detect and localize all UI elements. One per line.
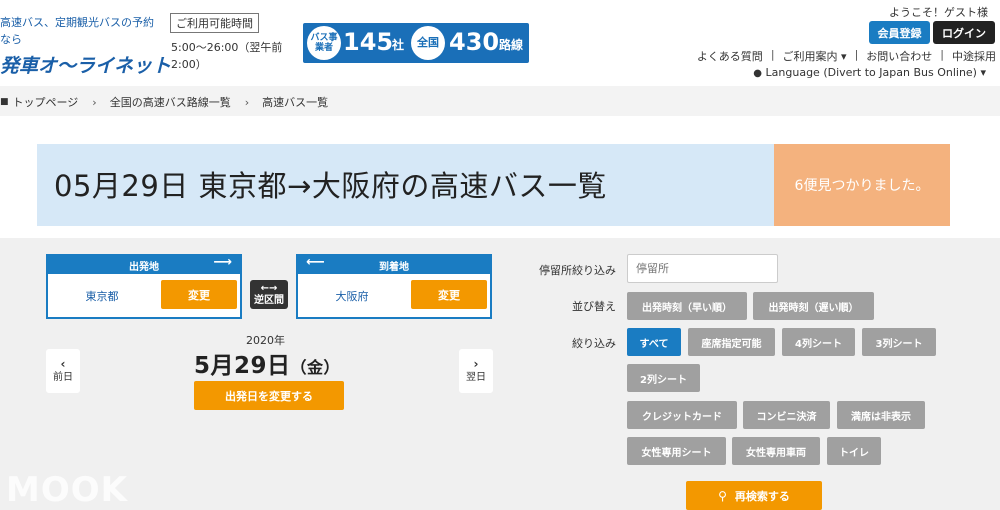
swap-route-button[interactable]: ←→ 逆区間 — [250, 280, 288, 309]
stop-filter-label: 停留所絞り込み — [539, 264, 616, 277]
prev-day-button[interactable]: ‹ 前日 — [46, 349, 80, 393]
arrival-place: 大阪府 — [335, 290, 369, 303]
nav-separator: | — [854, 48, 859, 61]
departure-label: 出発地 — [129, 261, 159, 273]
departure-card: 出発地 ⟶ 東京都 変更 — [46, 254, 242, 319]
arrow-left-icon: ⟵ — [306, 255, 325, 270]
departure-place: 東京都 — [85, 290, 119, 303]
routes-unit: 路線 — [499, 38, 524, 52]
page-title: 05月29日 東京都→大阪府の高速バス一覧 — [54, 169, 607, 203]
filter-convenience-store-button[interactable]: コンビニ決済 — [743, 401, 830, 429]
breadcrumb-routes[interactable]: 全国の高速バス路線一覧 — [110, 94, 231, 110]
narrow-label: 絞り込み — [572, 337, 616, 350]
filter-3row-button[interactable]: 3列シート — [862, 328, 936, 356]
filter-hide-full-button[interactable]: 満席は非表示 — [837, 401, 925, 429]
result-count: 6便見つかりました。 — [774, 144, 950, 226]
nav-guide[interactable]: ご利用案内 ▾ — [783, 48, 847, 64]
sort-earliest-button[interactable]: 出発時刻（早い順） — [627, 292, 747, 320]
swap-label: 逆区間 — [254, 294, 284, 306]
arrival-label: 到着地 — [379, 261, 409, 273]
nav-separator: | — [770, 48, 775, 61]
welcome-text: ようこそ！ゲスト様 — [889, 6, 988, 19]
home-icon: ■ — [0, 97, 9, 107]
operators-count: 145 — [343, 28, 394, 56]
search-icon: ⚲ — [718, 488, 727, 503]
watermark-logo: MOOK — [6, 470, 128, 510]
breadcrumb-top[interactable]: トップページ — [13, 94, 79, 110]
register-button[interactable]: 会員登録 — [869, 21, 930, 44]
research-label: 再検索する — [734, 489, 790, 503]
departure-header: 出発地 ⟶ — [48, 255, 240, 274]
hours-text: 5:00〜26:00（翌午前2:00） — [171, 41, 283, 71]
login-button[interactable]: ログイン — [933, 21, 995, 44]
research-button[interactable]: ⚲ 再検索する — [686, 481, 822, 510]
site-logo[interactable]: 発車オ〜ライネット — [0, 51, 171, 78]
breadcrumb-current: 高速バス一覧 — [262, 96, 329, 109]
filter-all-button[interactable]: すべて — [627, 328, 681, 356]
nav-contact[interactable]: お問い合わせ — [866, 48, 932, 64]
chevron-right-icon: › — [473, 357, 479, 371]
arrival-header: ⟵ 到着地 — [298, 255, 490, 274]
hours-label: ご利用可能時間 — [170, 13, 259, 33]
sort-label: 並び替え — [572, 300, 616, 313]
nav-careers[interactable]: 中途採用 — [952, 48, 996, 64]
date-main: 5月29日 — [194, 353, 291, 379]
filter-toilet-button[interactable]: トイレ — [827, 437, 881, 465]
filter-4row-button[interactable]: 4列シート — [782, 328, 855, 356]
breadcrumb-arrow-icon: › — [92, 95, 97, 109]
change-date-button[interactable]: 出発日を変更する — [194, 381, 344, 410]
language-selector[interactable]: ● Language (Divert to Japan Bus Online) … — [753, 66, 986, 79]
operators-unit: 社 — [392, 38, 405, 52]
language-label: Language (Divert to Japan Bus Online) ▾ — [765, 66, 986, 79]
sort-latest-button[interactable]: 出発時刻（遅い順） — [753, 292, 874, 320]
date-weekday: （金） — [290, 358, 341, 377]
filter-credit-card-button[interactable]: クレジットカード — [627, 401, 737, 429]
filter-2row-button[interactable]: 2列シート — [627, 364, 700, 392]
date-display: 5月29日（金） — [194, 346, 340, 380]
breadcrumb-arrow-icon: › — [244, 95, 250, 109]
stop-filter-input[interactable] — [627, 254, 778, 283]
prev-day-label: 前日 — [53, 372, 73, 383]
departure-change-button[interactable]: 変更 — [161, 280, 237, 309]
filter-women-seat-button[interactable]: 女性専用シート — [627, 437, 726, 465]
next-day-label: 翌日 — [466, 372, 486, 383]
next-day-button[interactable]: › 翌日 — [459, 349, 493, 393]
arrow-right-icon: ⟶ — [213, 255, 232, 270]
routes-badge: 全国 — [411, 26, 445, 60]
arrival-change-button[interactable]: 変更 — [411, 280, 487, 309]
nav-separator: | — [940, 48, 944, 61]
filter-women-car-button[interactable]: 女性専用車両 — [732, 437, 820, 465]
breadcrumb: ■ トップページ › 全国の高速バス路線一覧 › 高速バス一覧 — [0, 94, 328, 110]
swap-arrows-icon: ←→ — [260, 282, 278, 294]
routes-count: 430 — [449, 28, 500, 56]
top-nav: よくある質問 | ご利用案内 ▾ | お問い合わせ | 中途採用 — [697, 48, 996, 64]
site-tagline: 高速バス、定期観光バスの予約なら — [0, 16, 154, 46]
nav-faq[interactable]: よくある質問 — [697, 48, 763, 64]
arrival-card: ⟵ 到着地 大阪府 変更 — [296, 254, 492, 319]
stats-banner: バス事業者 145 社 全国 430 路線 — [303, 23, 529, 63]
operators-badge: バス事業者 — [307, 26, 341, 60]
filter-reserved-seat-button[interactable]: 座席指定可能 — [688, 328, 775, 356]
globe-icon: ● — [753, 68, 763, 79]
chevron-left-icon: ‹ — [60, 357, 66, 371]
